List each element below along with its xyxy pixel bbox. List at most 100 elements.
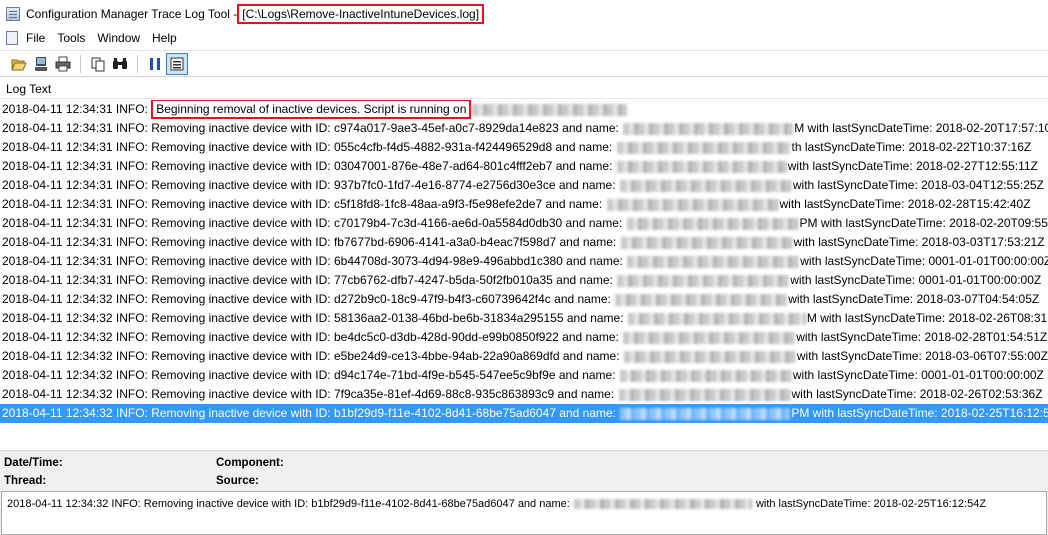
window-title-path: [C:\Logs\Remove-InactiveIntuneDevices.lo… [237,3,485,24]
log-row-timestamp: 2018-04-11 12:34:32 [2,387,113,401]
redacted-text [472,103,628,116]
thread-label: Thread: [4,475,47,487]
date-time-label: Date/Time: [4,457,63,469]
log-row[interactable]: 2018-04-11 12:34:31 INFO: Beginning remo… [0,100,1048,119]
redacted-text [620,236,793,249]
log-row-prefix: INFO: Removing inactive device with ID: [112,235,334,249]
log-row-device-id: c5f18fd8-1fc8-48aa-a9f3-f5e98efe2de7 [333,197,543,211]
title-bar: Configuration Manager Trace Log Tool - [… [0,0,1048,27]
log-row-name-label: and name: [562,216,626,230]
log-row[interactable]: 2018-04-11 12:34:32 INFO: Removing inact… [0,385,1048,404]
log-row-sync-info: with lastSyncDateTime: 0001-01-01T00:00:… [800,254,1048,268]
log-row-prefix: INFO: Removing inactive device with ID: [112,406,334,420]
log-row-selected[interactable]: 2018-04-11 12:34:32 INFO: Removing inact… [0,404,1048,423]
log-list[interactable]: 2018-04-11 12:34:31 INFO: Beginning remo… [0,100,1048,430]
log-row-device-id: 055c4cfb-f4d5-4882-931a-f424496529d8 [333,140,553,154]
document-icon [6,31,18,45]
pause-icon[interactable] [144,53,166,75]
log-row-prefix: INFO: Removing inactive device with ID: [112,197,334,211]
print-preview-icon[interactable] [30,53,52,75]
log-row-prefix: INFO: Removing inactive device with ID: [112,254,334,268]
log-row-prefix: INFO: Removing inactive device with ID: [112,178,334,192]
log-row-sync-info: with lastSyncDateTime: 2018-03-07T04:54:… [788,292,1040,306]
log-row[interactable]: 2018-04-11 12:34:31 INFO: Removing inact… [0,157,1048,176]
menu-file[interactable]: File [20,31,51,45]
menu-tools[interactable]: Tools [51,31,91,45]
splitter[interactable] [0,430,1048,450]
log-row-timestamp: 2018-04-11 12:34:31 [2,140,113,154]
log-row-prefix: INFO: Removing inactive device with ID: [112,216,334,230]
redacted-text [606,198,779,211]
log-row-name-label: and name: [563,311,627,325]
log-row-timestamp: 2018-04-11 12:34:31 [2,273,113,287]
log-row-sync-info: with lastSyncDateTime: 2018-03-03T17:53:… [793,235,1045,249]
redacted-text [626,217,799,230]
log-row-name-label: and name: [552,159,616,173]
log-row[interactable]: 2018-04-11 12:34:32 INFO: Removing inact… [0,366,1048,385]
log-row-timestamp: 2018-04-11 12:34:32 [2,406,113,420]
log-row-name-label: and name: [556,235,620,249]
log-row-prefix: INFO: Removing inactive device with ID: [112,349,334,363]
log-row-sync-info: with lastSyncDateTime: 2018-02-28T01:54:… [796,330,1048,344]
log-row-device-id: d94c174e-71bd-4f9e-b545-547ee5c9bf9e [333,368,556,382]
log-row-prefix: INFO: Removing inactive device with ID: [112,292,334,306]
redacted-text [627,255,800,268]
log-row-sync-info: with lastSyncDateTime: 0001-01-01T00:00:… [792,368,1044,382]
log-row[interactable]: 2018-04-11 12:34:32 INFO: Removing inact… [0,309,1048,328]
redacted-text [619,369,792,382]
log-row-prefix: INFO: Removing inactive device with ID: [112,387,334,401]
redacted-text [623,331,796,344]
open-folder-icon[interactable] [8,53,30,75]
app-icon [6,6,20,21]
log-row[interactable]: 2018-04-11 12:34:32 INFO: Removing inact… [0,290,1048,309]
log-row-sync-info: th lastSyncDateTime: 2018-02-22T10:37:16… [791,140,1032,154]
highlight-icon[interactable] [166,52,188,75]
copy-icon[interactable] [87,53,109,75]
log-row[interactable]: 2018-04-11 12:34:31 INFO: Removing inact… [0,271,1048,290]
find-icon[interactable] [109,53,131,75]
log-row-device-id: c974a017-9ae3-45ef-a0c7-8929da14e823 [333,121,559,135]
print-icon[interactable] [52,53,74,75]
details-text-box[interactable]: 2018-04-11 12:34:32 INFO: Removing inact… [1,491,1047,535]
log-row-timestamp: 2018-04-11 12:34:31 [2,121,113,135]
log-text-header[interactable]: Log Text [0,80,1048,99]
log-row-prefix: INFO: Removing inactive device with ID: [112,273,334,287]
log-row[interactable]: 2018-04-11 12:34:31 INFO: Removing inact… [0,195,1048,214]
menu-window[interactable]: Window [91,31,146,45]
log-row[interactable]: 2018-04-11 12:34:31 INFO: Removing inact… [0,119,1048,138]
log-row[interactable]: 2018-04-11 12:34:31 INFO: Removing inact… [0,214,1048,233]
log-row[interactable]: 2018-04-11 12:34:31 INFO: Removing inact… [0,138,1048,157]
log-row-sync-info: with lastSyncDateTime: 0001-01-01T00:00:… [790,273,1042,287]
log-row-sync-info: M with lastSyncDateTime: 2018-02-26T08:3… [806,311,1048,325]
log-row-device-id: 58136aa2-0138-46bd-be6b-31834a295155 [333,311,564,325]
log-row-timestamp: 2018-04-11 12:34:31 INFO: [2,102,152,116]
log-row-message: Beginning removal of inactive devices. S… [156,102,467,116]
log-row-timestamp: 2018-04-11 12:34:32 [2,368,113,382]
redacted-text [573,499,752,510]
log-row[interactable]: 2018-04-11 12:34:32 INFO: Removing inact… [0,347,1048,366]
details-text-suffix: with lastSyncDateTime: 2018-02-25T16:12:… [755,498,987,510]
log-row-name-label: and name: [555,406,620,420]
log-row-timestamp: 2018-04-11 12:34:32 [2,311,113,325]
redacted-text [620,407,791,420]
log-row[interactable]: 2018-04-11 12:34:31 INFO: Removing inact… [0,233,1048,252]
log-row-name-label: and name: [559,349,623,363]
log-row-prefix: INFO: Removing inactive device with ID: [112,330,334,344]
log-row-name-label: and name: [552,140,616,154]
menu-help[interactable]: Help [146,31,183,45]
log-row-highlighted-message: Beginning removal of inactive devices. S… [151,100,472,119]
log-row-prefix: INFO: Removing inactive device with ID: [112,140,334,154]
log-row-name-label: and name: [562,254,627,268]
redacted-text [617,274,790,287]
details-text-prefix: 2018-04-11 12:34:32 INFO: Removing inact… [7,498,570,510]
log-row[interactable]: 2018-04-11 12:34:31 INFO: Removing inact… [0,252,1048,271]
log-row-device-id: 77cb6762-dfb7-4247-b5da-50f2fb010a35 [333,273,553,287]
log-row[interactable]: 2018-04-11 12:34:31 INFO: Removing inact… [0,176,1048,195]
log-row-name-label: and name: [558,330,623,344]
log-row-name-label: and name: [554,387,618,401]
log-row[interactable]: 2018-04-11 12:34:32 INFO: Removing inact… [0,328,1048,347]
log-row-device-id: 7f9ca35e-81ef-4d69-88c8-935c863893c9 [333,387,555,401]
log-row-timestamp: 2018-04-11 12:34:31 [2,178,113,192]
log-row-sync-info: PM with lastSyncDateTime: 2018-02-25T16:… [791,406,1048,420]
log-row-sync-info: PM with lastSyncDateTime: 2018-02-20T09:… [799,216,1048,230]
